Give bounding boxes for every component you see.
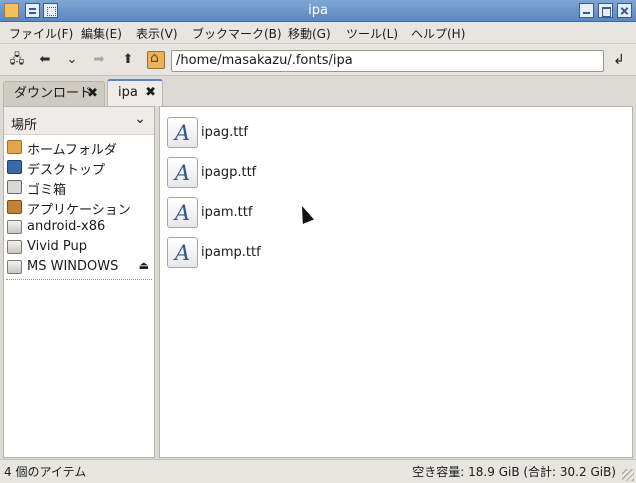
place-label: デスクトップ: [27, 163, 106, 178]
minimize-icon[interactable]: [579, 3, 594, 18]
desktop-icon: [7, 160, 22, 174]
place-home[interactable]: ホームフォルダ: [4, 137, 154, 158]
back-arrow-icon[interactable]: ⬅: [35, 50, 55, 70]
side-pane: 場所 ⌄ ホームフォルダ デスクトップ ゴミ箱 アプリケーション android…: [3, 106, 155, 458]
file-item[interactable]: A ipamp.ttf: [167, 237, 367, 269]
title-bar: ipa: [0, 0, 636, 22]
volume-label: Vivid Pup: [27, 239, 88, 254]
font-file-icon: A: [167, 197, 198, 228]
forward-arrow-icon[interactable]: ➡: [89, 50, 109, 70]
side-pane-selector[interactable]: 場所 ⌄: [4, 107, 154, 135]
menu-tools[interactable]: ツール(L): [346, 25, 398, 42]
resize-grip-icon[interactable]: [622, 469, 634, 481]
tab-ipa[interactable]: ipa ✖: [107, 79, 163, 106]
file-name: ipag.ttf: [201, 125, 248, 140]
tab-label: ipa: [118, 85, 138, 100]
toolbar: 🖧 ⬅ ⌄ ➡ ⬆ /home/masakazu/.fonts/ipa ↲: [0, 44, 636, 76]
file-item[interactable]: A ipagp.ttf: [167, 157, 367, 189]
place-trash[interactable]: ゴミ箱: [4, 177, 154, 198]
window-title: ipa: [308, 3, 328, 18]
tab-downloads[interactable]: ダウンロード ✖: [3, 81, 105, 106]
tab-label: ダウンロード: [14, 86, 93, 101]
place-label: アプリケーション: [27, 203, 131, 218]
divider: [6, 279, 152, 280]
volume-label: android-x86: [27, 219, 106, 234]
file-name: ipagp.ttf: [201, 165, 257, 180]
close-tab-icon[interactable]: ✖: [145, 81, 156, 105]
font-file-icon: A: [167, 117, 198, 148]
drive-icon: [7, 240, 22, 254]
file-name: ipamp.ttf: [201, 245, 261, 260]
drive-icon: [7, 220, 22, 234]
volume-vivid-pup[interactable]: Vivid Pup: [4, 237, 154, 257]
volume-label: MS WINDOWS: [27, 259, 119, 274]
side-pane-icon[interactable]: 🖧: [7, 50, 27, 70]
up-arrow-icon[interactable]: ⬆: [118, 50, 138, 70]
close-tab-icon[interactable]: ✖: [87, 82, 98, 106]
applications-icon: [7, 200, 22, 214]
file-item[interactable]: A ipag.ttf: [167, 117, 367, 149]
chevron-down-icon[interactable]: ⌄: [134, 111, 146, 127]
go-icon[interactable]: ↲: [609, 50, 629, 70]
place-applications[interactable]: アプリケーション: [4, 197, 154, 218]
file-name: ipam.ttf: [201, 205, 253, 220]
menu-help[interactable]: ヘルプ(H): [411, 25, 465, 42]
eject-icon[interactable]: ⏏: [139, 259, 149, 272]
volume-ms-windows[interactable]: MS WINDOWS ⏏: [4, 257, 154, 277]
font-file-icon: A: [167, 157, 198, 188]
close-icon[interactable]: [617, 3, 632, 18]
menu-view[interactable]: 表示(V): [136, 25, 178, 42]
tab-bar: ダウンロード ✖ ipa ✖: [0, 77, 636, 106]
file-item[interactable]: A ipam.ttf: [167, 197, 367, 229]
home-folder-icon: [7, 140, 22, 154]
status-bar: 4 個のアイテム 空き容量: 18.9 GiB (合計: 30.2 GiB): [0, 459, 636, 483]
font-file-icon: A: [167, 237, 198, 268]
item-count: 4 個のアイテム: [4, 465, 87, 479]
file-view: A ipag.ttf A ipagp.ttf A ipam.ttf A ipam…: [159, 106, 633, 458]
drive-icon: [7, 260, 22, 274]
free-space: 空き容量: 18.9 GiB (合計: 30.2 GiB): [412, 465, 616, 479]
location-bar[interactable]: /home/masakazu/.fonts/ipa: [171, 50, 604, 72]
home-icon[interactable]: [147, 50, 165, 69]
maximize-icon[interactable]: [598, 3, 613, 18]
place-label: ホームフォルダ: [27, 143, 117, 158]
place-label: ゴミ箱: [27, 183, 67, 198]
side-pane-title: 場所: [11, 118, 38, 133]
volume-android-x86[interactable]: android-x86: [4, 217, 154, 237]
menu-bookmarks[interactable]: ブックマーク(B): [192, 25, 282, 42]
menu-file[interactable]: ファイル(F): [9, 25, 73, 42]
history-chevron-icon[interactable]: ⌄: [62, 50, 82, 70]
place-desktop[interactable]: デスクトップ: [4, 157, 154, 178]
menu-go[interactable]: 移動(G): [288, 25, 331, 42]
trash-icon: [7, 180, 22, 194]
menu-edit[interactable]: 編集(E): [81, 25, 122, 42]
menu-bar: ファイル(F) 編集(E) 表示(V) ブックマーク(B) 移動(G) ツール(…: [0, 22, 636, 44]
